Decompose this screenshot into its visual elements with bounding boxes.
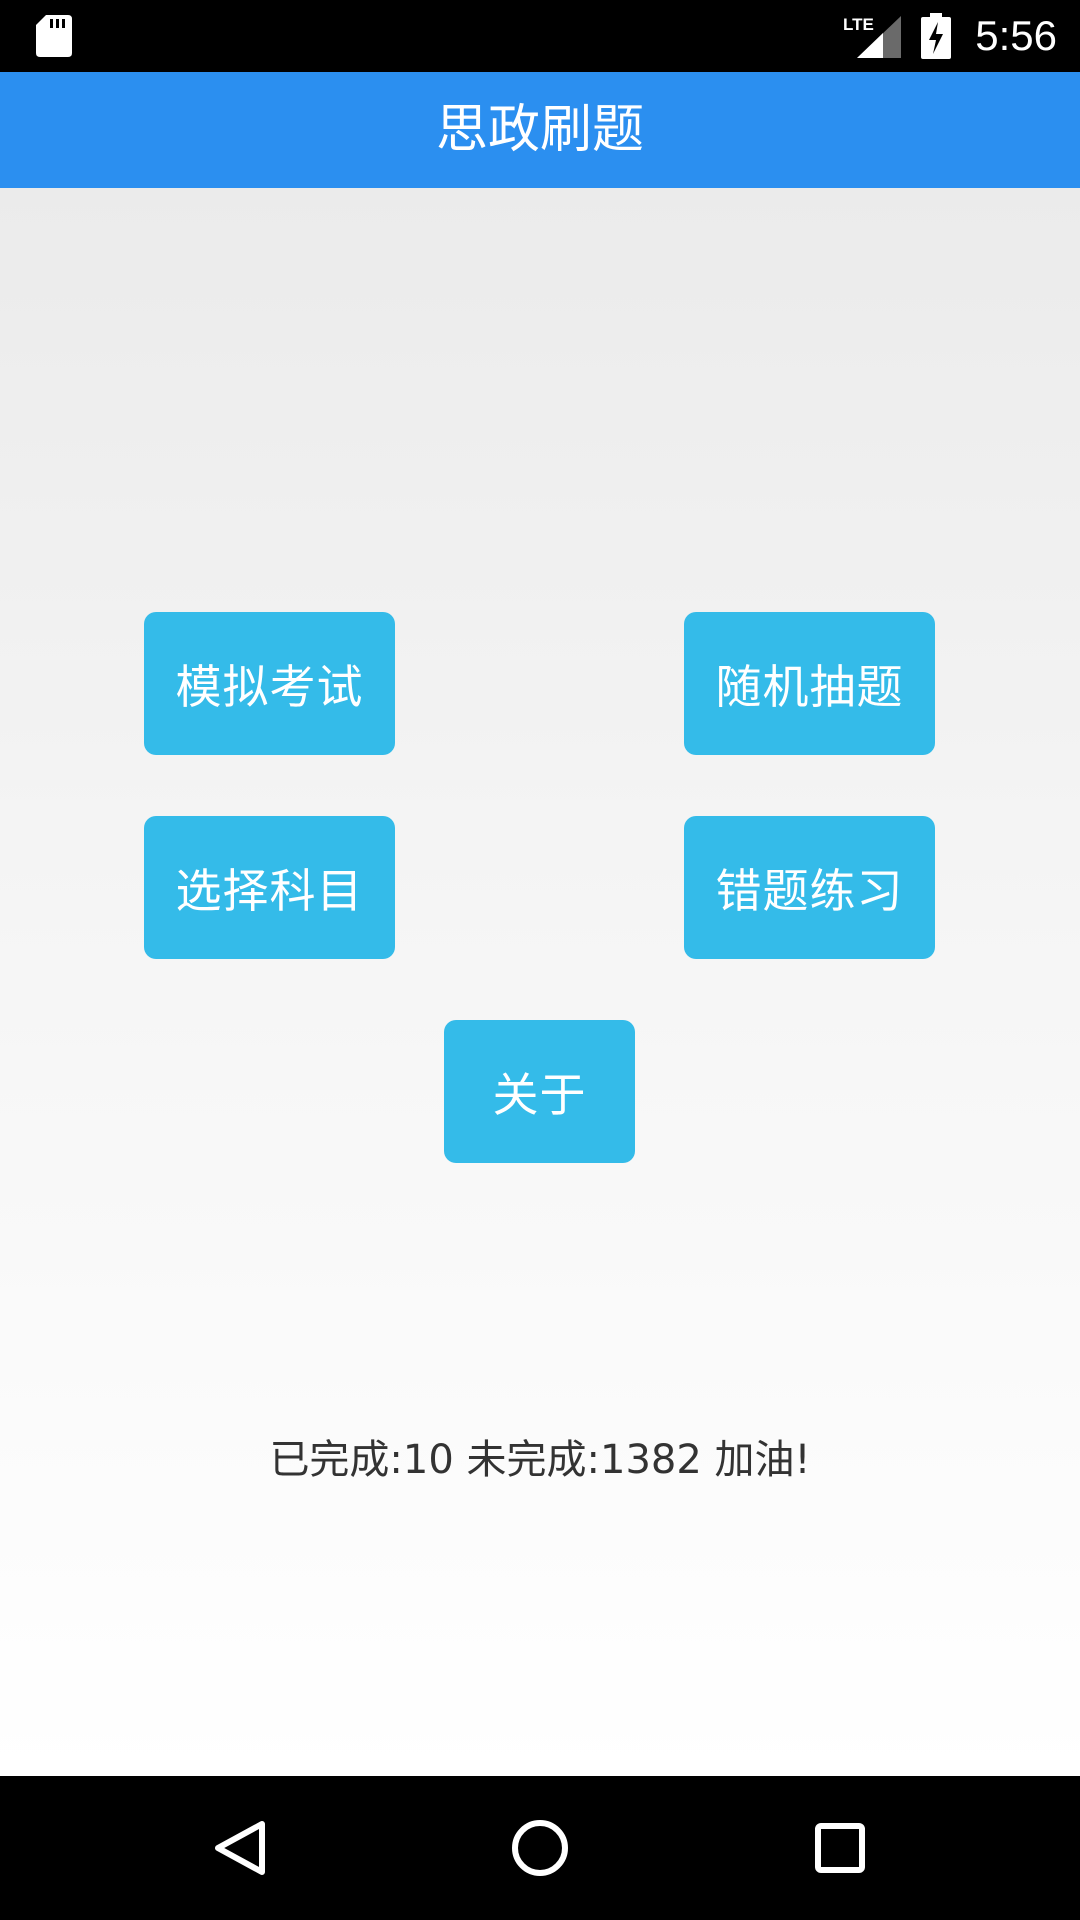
status-bar: LTE 5:56: [0, 0, 1080, 72]
app-title: 思政刷题: [435, 100, 644, 160]
mock-exam-button[interactable]: 模拟考试: [144, 612, 395, 755]
home-icon[interactable]: [490, 1798, 590, 1898]
back-icon[interactable]: [190, 1798, 290, 1898]
random-question-button[interactable]: 随机抽题: [684, 612, 935, 755]
status-clock: 5:56: [975, 12, 1057, 59]
select-subject-button[interactable]: 选择科目: [144, 816, 395, 959]
about-button[interactable]: 关于: [444, 1020, 635, 1163]
wrong-practice-button[interactable]: 错题练习: [684, 816, 935, 959]
app-screen: LTE 5:56 思政刷题 模拟考试 随机抽题 选择科目 错题练习 关于 已完成…: [0, 0, 1080, 1920]
svg-text:LTE: LTE: [843, 15, 874, 34]
app-bar: 思政刷题: [0, 72, 1080, 188]
navigation-bar: [0, 1776, 1080, 1920]
battery-charging-icon: [921, 13, 951, 59]
lte-signal-icon: LTE: [843, 15, 901, 58]
recent-apps-icon[interactable]: [790, 1798, 890, 1898]
progress-status-text: 已完成:10 未完成:1382 加油!: [269, 1437, 811, 1483]
main-content: 模拟考试 随机抽题 选择科目 错题练习 关于 已完成:10 未完成:1382 加…: [0, 188, 1080, 1776]
sd-card-icon: [36, 15, 72, 57]
